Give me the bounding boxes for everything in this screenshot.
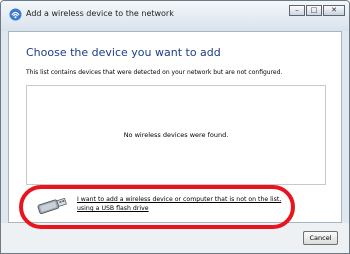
empty-list-message: No wireless devices were found. — [123, 131, 229, 139]
maximize-button[interactable]: □ — [306, 5, 322, 16]
page-heading: Choose the device you want to add — [26, 46, 221, 59]
title-bar[interactable]: Add a wireless device to the network – □… — [1, 1, 349, 31]
maximize-icon: □ — [310, 6, 318, 14]
close-button[interactable]: ✕ — [323, 5, 345, 16]
wireless-network-icon — [9, 8, 22, 21]
minimize-icon: – — [295, 6, 299, 14]
device-list[interactable]: No wireless devices were found. — [26, 85, 326, 185]
close-icon: ✕ — [331, 6, 337, 14]
highlight-oval — [19, 185, 295, 229]
window-title: Add a wireless device to the network — [26, 9, 174, 18]
caption-buttons: – □ ✕ — [288, 5, 345, 16]
page-description: This list contains devices that were det… — [26, 69, 283, 76]
cancel-button[interactable]: Cancel — [303, 231, 338, 245]
minimize-button[interactable]: – — [289, 5, 305, 16]
